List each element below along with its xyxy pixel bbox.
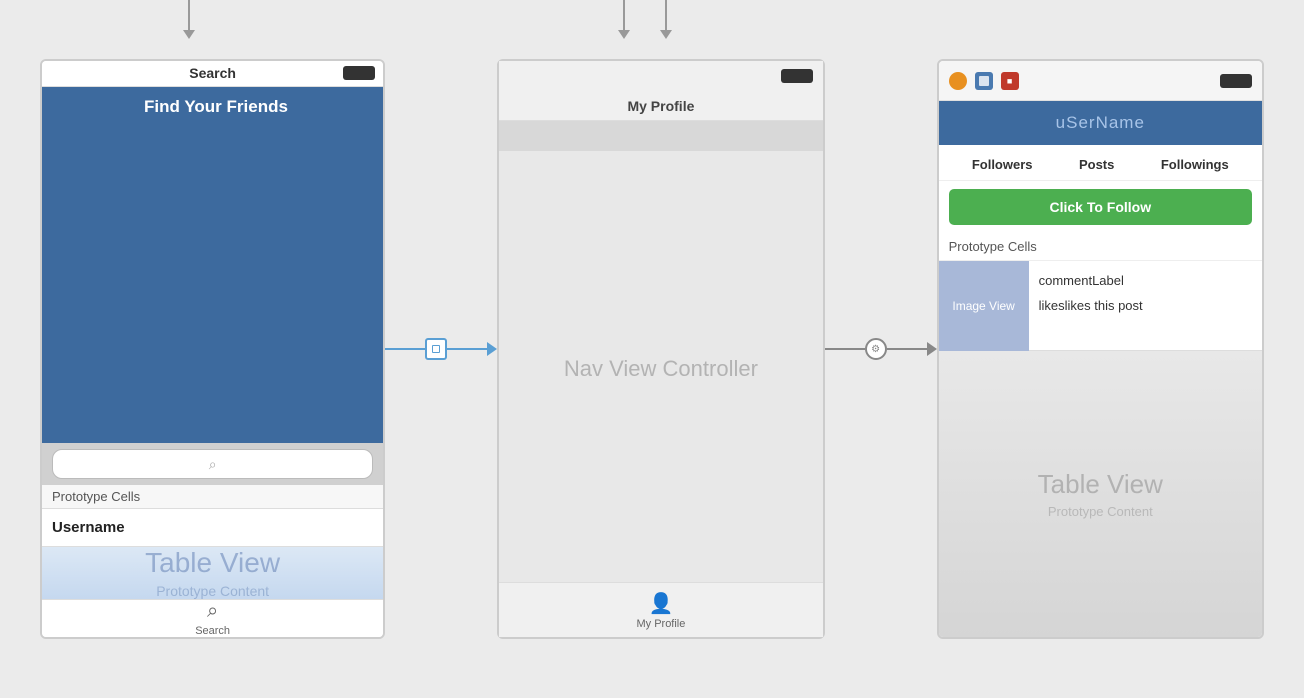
post-labels: commentLabel likeslikes this post [1029,261,1153,350]
icon-orange [949,72,967,90]
screen1-header-title: Find Your Friends [54,97,378,117]
nav-top-bar: My Profile [499,61,822,121]
nav-view-label: Nav View Controller [564,356,758,382]
nav-tab-icon: 👤 [648,591,673,616]
stat-posts: Posts [1079,157,1114,172]
screen1-username-row[interactable]: Username [42,509,383,547]
arrow-nav-left [618,0,630,39]
nav-bottom-bar: 👤 My Profile [499,582,822,637]
icon-blue [975,72,993,90]
image-view: Image View [939,261,1029,351]
likes-label: likeslikes this post [1039,298,1143,313]
screen3-stats: Followers Posts Followings [939,145,1262,181]
screen3-top-bar: ■ [939,61,1262,101]
canvas: Search Find Your Friends ⌕ Prototype Cel… [0,0,1304,698]
screen1-search-input[interactable]: ⌕ [52,449,373,479]
icon-blue-inner [979,76,989,86]
screen3-table-view-sub: Prototype Content [1048,504,1153,519]
connector2-circle: ⚙ [865,338,887,360]
screen1-navbar: Search [42,61,383,87]
arrow-screen1 [183,0,195,39]
connector2-arrowhead [927,342,937,356]
nav-status-bar [781,69,813,83]
screen1-prototype-cells-header: Prototype Cells [42,485,383,509]
connector1-square [425,338,447,360]
screen3-status-bar [1220,74,1252,88]
arrow-nav-right [660,0,672,39]
screen1-status-bar [343,66,375,80]
screen3-prototype-cells: Prototype Cells [939,233,1262,261]
nav-view-controller: My Profile Nav View Controller 👤 My Prof… [497,59,824,639]
screen1-search-container: ⌕ [42,443,383,485]
icon-red: ■ [1001,72,1019,90]
screen1-blue-header: Find Your Friends [42,87,385,443]
nav-gray-strip [499,121,822,151]
screen1-tab-icon: ⌕ [207,600,218,623]
follow-button[interactable]: Click To Follow [949,189,1252,225]
connector1-line-left [385,348,425,350]
screen3-table-view: Table View Prototype Content [939,351,1262,637]
connector1 [385,338,497,360]
stat-followers: Followers [972,157,1033,172]
icon-red-inner: ■ [1007,76,1012,86]
screen1-table-view-label: Table View [145,547,280,579]
screen3-username-bar: uSerName [939,101,1262,145]
screen1-nav-title: Search [189,65,236,81]
screen1-table-view-sub: Prototype Content [156,583,269,599]
screen3-frame: ■ uSerName Followers Posts Followings Cl… [937,59,1264,639]
screen1-table-view: Table View Prototype Content [42,547,383,599]
screen3-table-view-label: Table View [1038,469,1163,500]
stat-followings: Followings [1161,157,1229,172]
connector1-line-right [447,348,487,350]
screen1-tab-bar: ⌕ Search [42,599,383,637]
comment-label: commentLabel [1039,273,1143,288]
connector1-inner-square-icon [432,345,440,353]
post-cell: Image View commentLabel likeslikes this … [939,261,1262,351]
connector2: ⚙ [825,338,937,360]
search-icon: ⌕ [209,456,217,473]
connector1-arrowhead [487,342,497,356]
screen1-frame: Search Find Your Friends ⌕ Prototype Cel… [40,59,385,639]
screen3-username: uSerName [951,113,1250,133]
nav-top-title: My Profile [627,98,694,114]
connector2-line-right [887,348,927,350]
connector2-line-left [825,348,865,350]
nav-tab-label: My Profile [636,618,685,630]
screen1-tab-label: Search [195,625,230,637]
